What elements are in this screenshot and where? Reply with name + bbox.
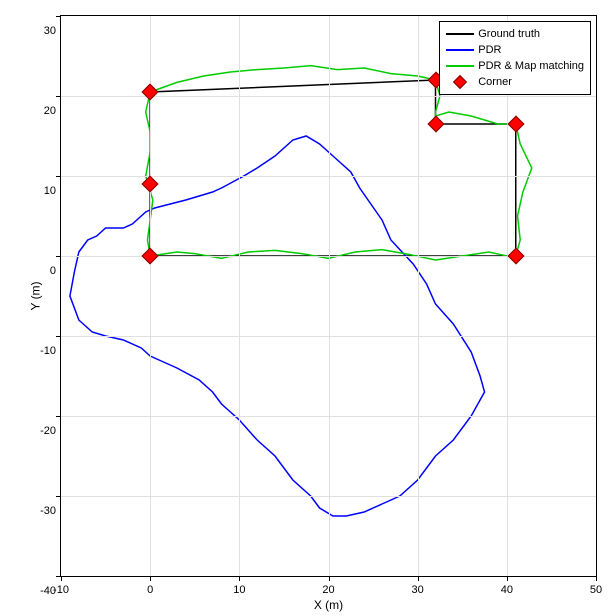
legend-swatch-line [446, 27, 474, 41]
tick-y [56, 416, 61, 417]
tick-label-x: 20 [322, 584, 334, 596]
legend: Ground truth PDR PDR & Map matching Corn… [439, 21, 591, 95]
tick-y [56, 16, 61, 17]
tick-x [239, 576, 240, 581]
tick-label-y: 10 [44, 185, 56, 197]
chart-container: Ground truth PDR PDR & Map matching Corn… [0, 0, 616, 616]
grid-line-v [239, 16, 240, 576]
tick-label-y: -30 [40, 505, 56, 517]
tick-y [56, 256, 61, 257]
tick-label-y: 20 [44, 105, 56, 117]
y-axis-label: Y (m) [29, 281, 43, 310]
series-ground-truth [150, 80, 516, 256]
legend-swatch-line [446, 43, 474, 57]
grid-line-h [61, 96, 596, 97]
tick-y [56, 496, 61, 497]
tick-label-y: 0 [50, 265, 56, 277]
tick-label-x: 0 [147, 584, 153, 596]
legend-label: PDR [478, 44, 501, 56]
grid-line-v [418, 16, 419, 576]
tick-x [418, 576, 419, 581]
grid-line-h [61, 496, 596, 497]
grid-line-h [61, 176, 596, 177]
legend-label: PDR & Map matching [478, 60, 584, 72]
tick-label-y: -20 [40, 425, 56, 437]
grid-line-h [61, 336, 596, 337]
legend-label: Corner [478, 76, 512, 88]
legend-label: Ground truth [478, 28, 540, 40]
tick-label-y: -10 [40, 345, 56, 357]
tick-x [61, 576, 62, 581]
tick-y [56, 336, 61, 337]
plot-area: Ground truth PDR PDR & Map matching Corn… [60, 15, 597, 577]
tick-label-x: 30 [412, 584, 424, 596]
series-pdr [70, 136, 485, 516]
tick-y [56, 576, 61, 577]
grid-line-v [507, 16, 508, 576]
legend-entry-pdr: PDR [446, 42, 584, 58]
tick-x [596, 576, 597, 581]
legend-swatch-line [446, 59, 474, 73]
tick-label-x: 40 [501, 584, 513, 596]
tick-x [507, 576, 508, 581]
grid-line-h [61, 416, 596, 417]
tick-label-x: 50 [590, 584, 602, 596]
grid-line-v [329, 16, 330, 576]
legend-entry-corner: Corner [446, 74, 584, 90]
legend-entry-pdr-map: PDR & Map matching [446, 58, 584, 74]
tick-x [150, 576, 151, 581]
legend-swatch-diamond [446, 75, 474, 89]
legend-entry-ground-truth: Ground truth [446, 26, 584, 42]
tick-y [56, 176, 61, 177]
tick-label-y: -40 [40, 585, 56, 597]
tick-x [329, 576, 330, 581]
tick-label-y: 30 [44, 25, 56, 37]
x-axis-label: X (m) [314, 598, 343, 612]
tick-label-x: 10 [233, 584, 245, 596]
tick-y [56, 96, 61, 97]
